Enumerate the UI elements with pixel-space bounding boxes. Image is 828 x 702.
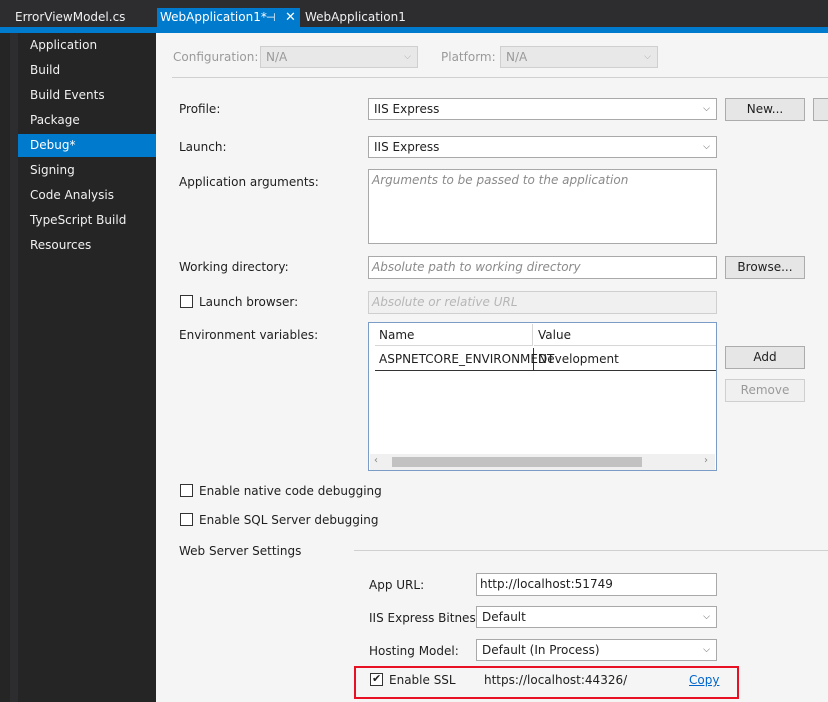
sql-debugging-checkbox[interactable] xyxy=(180,513,193,526)
sidebar-item-label: Debug* xyxy=(30,138,76,152)
enable-ssl-label: Enable SSL xyxy=(389,673,456,687)
app-arguments-label: Application arguments: xyxy=(179,175,319,189)
app-url-label: App URL: xyxy=(369,578,425,592)
hosting-model-label: Hosting Model: xyxy=(369,644,459,658)
sidebar-item-package[interactable]: Package xyxy=(18,109,156,132)
platform-label: Platform: xyxy=(441,50,496,64)
scroll-right-icon[interactable]: › xyxy=(704,455,708,466)
scrollbar-thumb[interactable] xyxy=(392,457,642,467)
profile-value: IIS Express xyxy=(374,102,440,116)
sidebar-item-label: TypeScript Build xyxy=(30,213,127,227)
launch-dropdown[interactable]: IIS Express ⌵ xyxy=(368,136,717,158)
chevron-down-icon: ⌵ xyxy=(703,104,710,114)
sql-debugging-label: Enable SQL Server debugging xyxy=(199,513,379,527)
sidebar-item-typescript-build[interactable]: TypeScript Build xyxy=(18,209,156,232)
launch-label: Launch: xyxy=(179,140,227,154)
grid-column-header-value[interactable]: Value xyxy=(534,324,716,346)
sidebar-gutter xyxy=(10,33,18,702)
sidebar-item-label: Application xyxy=(30,38,98,52)
platform-dropdown[interactable]: N/A ⌵ xyxy=(500,46,658,68)
app-url-value: http://localhost:51749 xyxy=(480,577,613,591)
web-server-separator xyxy=(354,550,828,551)
tab-label: WebApplication1* xyxy=(160,10,267,24)
pin-icon[interactable]: ⊣ xyxy=(266,8,276,27)
add-variable-button[interactable]: Add xyxy=(725,346,805,369)
tab-label: ErrorViewModel.cs xyxy=(15,10,126,24)
grid-cell-name[interactable]: ASPNETCORE_ENVIRONMENT xyxy=(375,348,554,370)
profile-label: Profile: xyxy=(179,102,221,116)
launch-value: IIS Express xyxy=(374,140,440,154)
iis-bitness-label: IIS Express Bitness: xyxy=(369,611,486,625)
iis-bitness-dropdown[interactable]: Default ⌵ xyxy=(476,606,717,628)
tab-label: WebApplication1 xyxy=(305,10,406,24)
delete-profile-button[interactable] xyxy=(813,98,828,121)
chevron-down-icon: ⌵ xyxy=(644,52,651,62)
enable-ssl-checkbox[interactable] xyxy=(370,672,383,686)
native-debugging-label: Enable native code debugging xyxy=(199,484,382,498)
table-row[interactable]: ASPNETCORE_ENVIRONMENT Development xyxy=(375,348,716,371)
sidebar-item-signing[interactable]: Signing xyxy=(18,159,156,182)
app-arguments-input[interactable]: Arguments to be passed to the applicatio… xyxy=(368,169,717,244)
sidebar-item-label: Package xyxy=(30,113,80,127)
platform-value: N/A xyxy=(506,50,528,64)
sidebar-item-build[interactable]: Build xyxy=(18,59,156,82)
launch-browser-url-input[interactable]: Absolute or relative URL xyxy=(368,291,717,314)
launch-browser-url-placeholder: Absolute or relative URL xyxy=(372,295,518,309)
chevron-down-icon: ⌵ xyxy=(703,612,710,622)
chevron-down-icon: ⌵ xyxy=(404,52,411,62)
tab-webapplication1-project[interactable]: WebApplication1* ⊣ ✕ xyxy=(157,8,300,27)
sidebar-item-label: Signing xyxy=(30,163,75,177)
configuration-dropdown[interactable]: N/A ⌵ xyxy=(260,46,418,68)
sidebar-item-label: Build xyxy=(30,63,61,77)
new-profile-button[interactable]: New... xyxy=(725,98,805,121)
working-directory-input[interactable]: Absolute path to working directory xyxy=(368,256,717,279)
iis-bitness-value: Default xyxy=(482,610,526,624)
app-url-input[interactable]: http://localhost:51749 xyxy=(476,573,717,596)
launch-browser-label: Launch browser: xyxy=(199,295,299,309)
profile-dropdown[interactable]: IIS Express ⌵ xyxy=(368,98,717,120)
sidebar-item-application[interactable]: Application xyxy=(18,34,156,57)
launch-browser-checkbox[interactable] xyxy=(180,295,193,308)
configuration-value: N/A xyxy=(266,50,288,64)
app-arguments-placeholder: Arguments to be passed to the applicatio… xyxy=(372,173,629,187)
ssl-url-value: https://localhost:44326/ xyxy=(484,673,628,687)
web-server-settings-heading: Web Server Settings xyxy=(179,544,302,558)
chevron-down-icon: ⌵ xyxy=(703,142,710,152)
tab-webapplication1[interactable]: WebApplication1 xyxy=(302,8,432,27)
config-separator xyxy=(172,77,828,78)
environment-variables-grid[interactable]: Name Value ASPNETCORE_ENVIRONMENT Develo… xyxy=(368,322,717,471)
sidebar-item-label: Resources xyxy=(30,238,92,252)
working-directory-label: Working directory: xyxy=(179,260,289,274)
tab-errorviewmodel[interactable]: ErrorViewModel.cs xyxy=(12,8,152,27)
chevron-down-icon: ⌵ xyxy=(703,645,710,655)
environment-variables-label: Environment variables: xyxy=(179,328,319,342)
scroll-left-icon[interactable]: ‹ xyxy=(374,455,378,466)
grid-cell-value[interactable]: Development xyxy=(534,348,716,370)
sidebar-item-code-analysis[interactable]: Code Analysis xyxy=(18,184,156,207)
native-debugging-checkbox[interactable] xyxy=(180,484,193,497)
sidebar-item-label: Code Analysis xyxy=(30,188,114,202)
browse-button[interactable]: Browse... xyxy=(725,256,805,279)
horizontal-scrollbar[interactable]: ‹ › xyxy=(370,454,715,470)
sidebar-item-debug[interactable]: Debug* xyxy=(18,134,156,157)
sidebar-item-label: Build Events xyxy=(30,88,105,102)
sidebar-item-build-events[interactable]: Build Events xyxy=(18,84,156,107)
remove-variable-button[interactable]: Remove xyxy=(725,379,805,402)
copy-ssl-url-link[interactable]: Copy xyxy=(689,673,719,687)
close-icon[interactable]: ✕ xyxy=(285,8,296,27)
hosting-model-dropdown[interactable]: Default (In Process) ⌵ xyxy=(476,639,717,661)
grid-column-header-name[interactable]: Name xyxy=(375,324,533,346)
hosting-model-value: Default (In Process) xyxy=(482,643,600,657)
configuration-label: Configuration: xyxy=(173,50,259,64)
working-directory-placeholder: Absolute path to working directory xyxy=(372,260,581,274)
sidebar-item-resources[interactable]: Resources xyxy=(18,234,156,257)
